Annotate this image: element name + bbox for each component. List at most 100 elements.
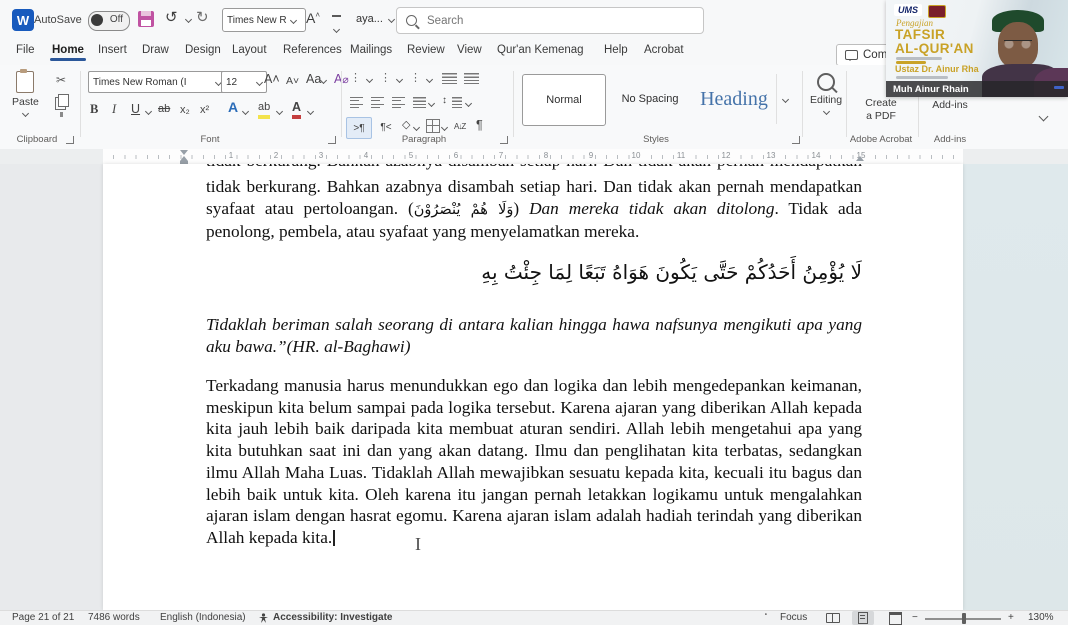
tab-quran-kemenag[interactable]: Qur'an Kemenag (497, 44, 584, 56)
text-effects-icon[interactable]: A (228, 99, 238, 115)
bold-icon[interactable]: B (90, 101, 98, 117)
paragraph-2-translation[interactable]: Tidaklah beriman salah seorang di antara… (103, 314, 862, 357)
undo-icon[interactable]: ↺ (165, 9, 178, 27)
zoom-percentage[interactable]: 130% (1028, 612, 1054, 623)
print-layout-button[interactable] (852, 611, 874, 625)
right-background-strip (963, 164, 1068, 610)
tab-layout[interactable]: Layout (232, 44, 267, 56)
font-name-box[interactable]: Times New Roman (I (88, 71, 226, 93)
word-logo-icon[interactable]: W (12, 9, 34, 31)
styles-dialog-launcher-icon[interactable] (792, 136, 800, 144)
justify-icon[interactable] (413, 97, 426, 108)
word-count[interactable]: 7486 words (88, 612, 140, 623)
tab-draw[interactable]: Draw (142, 44, 169, 56)
tab-references[interactable]: References (283, 44, 342, 56)
paragraph-3[interactable]: Terkadang manusia harus menundukkan ego … (103, 375, 862, 549)
video-call-overlay[interactable]: UMS Pengajian TAFSIR AL-QUR'AN Ustaz Dr.… (886, 0, 1068, 97)
borders-icon[interactable] (426, 119, 440, 133)
decrease-indent-icon[interactable] (442, 73, 457, 84)
font-color-dropdown-icon[interactable] (307, 108, 314, 115)
hadith-arabic-line[interactable]: لَا يُؤْمِنُ أَحَدُكُمْ حَتَّى يَكُونَ ه… (103, 252, 862, 292)
clipboard-dialog-launcher-icon[interactable] (66, 136, 74, 144)
editing-button[interactable]: Editing (810, 73, 842, 114)
italic-icon[interactable]: I (112, 101, 116, 117)
autosave-toggle[interactable]: Off (88, 11, 130, 31)
line-spacing-dropdown-icon[interactable] (465, 100, 472, 107)
zoom-out-button[interactable]: − (912, 612, 918, 623)
font-dialog-launcher-icon[interactable] (328, 136, 336, 144)
underline-dropdown-icon[interactable] (145, 108, 152, 115)
tab-file[interactable]: File (16, 44, 35, 56)
pilcrow-icon[interactable]: ¶ (476, 117, 483, 133)
style-normal[interactable]: Normal (522, 74, 606, 126)
font-color-icon[interactable]: A (292, 99, 301, 119)
addins-button[interactable]: Add-ins (922, 99, 978, 111)
cut-icon[interactable]: ✂ (56, 73, 66, 87)
underline-icon[interactable]: U (131, 101, 140, 117)
undo-dropdown-icon[interactable] (185, 16, 192, 23)
tab-review[interactable]: Review (407, 44, 445, 56)
text-effects-dropdown-icon[interactable] (242, 108, 249, 115)
multilevel-dropdown-icon[interactable] (426, 76, 433, 83)
language-indicator[interactable]: English (Indonesia) (160, 612, 246, 623)
strikethrough-icon[interactable]: ab (158, 101, 170, 117)
zoom-in-button[interactable]: + (1008, 612, 1014, 623)
justify-dropdown-icon[interactable] (428, 100, 435, 107)
align-left-icon[interactable] (350, 97, 363, 108)
shading-dropdown-icon[interactable] (413, 124, 420, 131)
create-pdf-button[interactable]: Createa PDF (852, 97, 910, 123)
paragraph-dialog-launcher-icon[interactable] (500, 136, 508, 144)
focus-button[interactable]: Focus (780, 612, 807, 623)
style-heading[interactable]: Heading (695, 74, 773, 124)
borders-dropdown-icon[interactable] (441, 124, 448, 131)
tab-view[interactable]: View (457, 44, 482, 56)
numbering-dropdown-icon[interactable] (396, 76, 403, 83)
copy-icon[interactable] (58, 94, 69, 107)
font-size-box[interactable]: 12 (221, 71, 267, 93)
redo-icon[interactable]: ↻ (196, 9, 209, 27)
collapse-ribbon-icon[interactable] (1039, 112, 1049, 122)
grow-font-icon[interactable]: A˄ (264, 71, 280, 87)
horizontal-ruler[interactable]: 123456789101112131415 (0, 149, 1068, 164)
change-case-icon[interactable]: Aa (306, 71, 326, 87)
styles-gallery-more-icon[interactable] (776, 74, 793, 124)
grow-font-icon[interactable]: A˄ (306, 10, 320, 26)
paste-button[interactable]: Paste (12, 71, 39, 116)
search-input[interactable] (425, 14, 649, 28)
page-indicator[interactable]: Page 21 of 21 (12, 612, 74, 623)
align-right-icon[interactable] (392, 97, 405, 108)
customize-quick-access-icon[interactable] (332, 15, 342, 37)
bullets-dropdown-icon[interactable] (366, 76, 373, 83)
style-no-spacing[interactable]: No Spacing (608, 74, 692, 124)
zoom-slider-thumb[interactable] (962, 613, 966, 624)
first-line-indent-marker[interactable] (180, 150, 188, 155)
tab-mailings[interactable]: Mailings (350, 44, 392, 56)
tab-design[interactable]: Design (185, 44, 221, 56)
search-box[interactable] (396, 7, 704, 34)
document-canvas[interactable]: tidak berkurang. Bahkan azabnya disambah… (0, 164, 1068, 610)
tab-acrobat[interactable]: Acrobat (644, 44, 684, 56)
sort-icon[interactable]: A↓Z (454, 119, 465, 135)
align-center-icon[interactable] (371, 97, 384, 108)
highlight-dropdown-icon[interactable] (276, 108, 283, 115)
tab-help[interactable]: Help (604, 44, 628, 56)
highlight-icon[interactable]: ab (258, 99, 270, 119)
line-spacing-icon[interactable]: ↕ (442, 93, 447, 109)
shrink-font-icon[interactable]: A˅ (286, 73, 299, 89)
save-icon[interactable] (138, 11, 154, 27)
web-layout-button[interactable] (884, 611, 906, 625)
paragraph-1[interactable]: tidak berkurang. Bahkan azabnya disambah… (103, 176, 862, 243)
accessibility-status[interactable]: Accessibility: Investigate (273, 612, 393, 623)
chevron-down-icon (290, 16, 297, 23)
right-indent-marker[interactable] (856, 156, 864, 161)
subscript-icon[interactable]: x₂ (180, 102, 190, 118)
read-mode-button[interactable] (822, 611, 844, 625)
superscript-icon[interactable]: x² (200, 102, 209, 118)
quick-font-box[interactable]: Times New R (222, 8, 306, 32)
ruler-number: 10 (630, 151, 643, 160)
shading-icon[interactable]: ◇ (402, 117, 410, 133)
increase-indent-icon[interactable] (464, 73, 479, 84)
document-title-dropdown[interactable]: aya... (356, 13, 394, 25)
tab-insert[interactable]: Insert (98, 44, 127, 56)
tab-home[interactable]: Home (52, 44, 84, 56)
